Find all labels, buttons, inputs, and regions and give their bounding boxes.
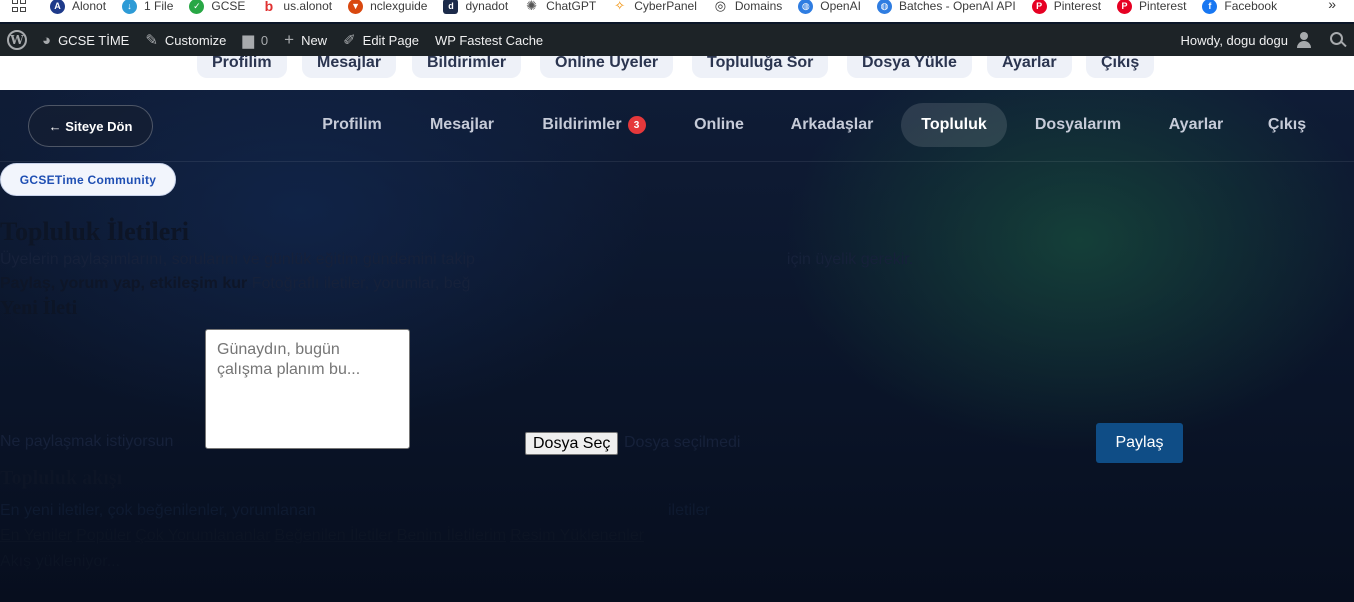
back-to-site-button[interactable]: ← Siteye Dön (28, 105, 153, 147)
community-main: ← Siteye Dön Profilim Mesajlar Bildiriml… (0, 90, 1354, 602)
bookmark-domains[interactable]: ◎ Domains (712, 0, 782, 14)
feed-heading: Topluluk akışı (0, 467, 123, 489)
file-icon: ↓ (122, 0, 138, 14)
nav-dosyalarim[interactable]: Dosyalarım (1018, 103, 1138, 147)
facebook-icon: f (1202, 0, 1218, 14)
filter-en-yeniler[interactable]: En Yeniler (0, 527, 72, 545)
nav-mesajlar[interactable]: Mesajlar (412, 103, 512, 147)
bookmark-facebook[interactable]: f Facebook (1202, 0, 1277, 14)
check-icon: ✓ (189, 0, 205, 14)
bookmark-1file[interactable]: ↓ 1 File (122, 0, 173, 14)
more-bookmarks-button[interactable]: » (1328, 0, 1336, 12)
b-icon: b (261, 0, 277, 14)
choose-file-button[interactable]: Dosya Seç (525, 432, 619, 455)
bookmark-gcse[interactable]: ✓ GCSE (189, 0, 245, 14)
avatar-icon (1296, 32, 1312, 48)
strip-dosya-yukle[interactable]: Dosya Yükle (847, 56, 972, 78)
strip-mesajlar[interactable]: Mesajlar (302, 56, 397, 78)
cyberpanel-icon: ✧ (612, 0, 628, 14)
bookmark-openai[interactable]: ◍ OpenAI (798, 0, 861, 14)
strip-profilim[interactable]: Profilim (197, 56, 287, 78)
apps-grid-icon[interactable] (12, 0, 26, 13)
wordpress-logo-icon[interactable]: W (0, 24, 34, 56)
domains-icon: ◎ (712, 0, 728, 14)
site-name-link[interactable]: ◕ GCSE TİME (34, 24, 137, 56)
sticky-nav-strip: Profilim Mesajlar Bildirimler Online Üye… (0, 56, 1354, 90)
nav-arkadaslar[interactable]: Arkadaşlar (772, 103, 892, 147)
feed-description: En yeni iletiler, çok beğenilenler, yoru… (0, 502, 316, 519)
comments-link[interactable]: ▆ 0 (234, 24, 276, 56)
bookmark-pinterest-2[interactable]: P Pinterest (1117, 0, 1186, 14)
pinterest-icon: P (1031, 0, 1047, 14)
wp-admin-bar: W ◕ GCSE TİME ✎ Customize ▆ 0 + New ✐ Edit Pa… (0, 24, 1354, 56)
bookmark-alonot[interactable]: A Alonot (50, 0, 106, 14)
pencil-icon: ✐ (343, 32, 356, 49)
wp-fastest-cache-link[interactable]: WP Fastest Cache (427, 24, 551, 56)
customize-link[interactable]: ✎ Customize (137, 24, 234, 56)
member-nav: ← Siteye Dön Profilim Mesajlar Bildiriml… (0, 90, 1354, 162)
comment-icon: ▆ (242, 32, 254, 49)
strip-cikis[interactable]: Çıkış (1086, 56, 1155, 78)
bookmark-batches[interactable]: ◍ Batches - OpenAI API (876, 0, 1016, 14)
bookmark-chatgpt[interactable]: ✺ ChatGPT (524, 0, 596, 14)
notification-badge: 3 (627, 116, 646, 134)
strip-topluluga-sor[interactable]: Topluluğa Sor (692, 56, 829, 78)
page-subline: Paylaş, yorum yap, etkileşim kur Fotoğra… (0, 275, 471, 292)
community-badge: GCSETime Community (0, 163, 176, 196)
nav-ayarlar[interactable]: Ayarlar (1150, 103, 1242, 147)
filter-benim-iletilerim[interactable]: Benim İletilerim (397, 527, 506, 545)
bookmark-nclexguide[interactable]: ▼ nclexguide (348, 0, 427, 14)
post-textarea[interactable] (205, 329, 410, 449)
bookmarks-bar: A Alonot ↓ 1 File ✓ GCSE b us.alonot ▼ nclexg… (0, 0, 1354, 22)
alonot-icon: A (50, 0, 65, 14)
file-status: Dosya seçilmedi (624, 434, 741, 451)
filter-populer[interactable]: Popüler (76, 527, 131, 545)
filter-begenilen[interactable]: Beğenilen İletiler (274, 527, 392, 545)
nav-topluluk[interactable]: Topluluk (901, 103, 1007, 147)
feed-description-tail: iletiler (668, 502, 710, 519)
feed-filters: En Yeniler Popüler Çok Yorumlananlar Beğ… (0, 527, 648, 545)
pinterest-icon: P (1117, 0, 1133, 14)
plus-icon: + (284, 30, 295, 49)
bookmark-pinterest-1[interactable]: P Pinterest (1031, 0, 1101, 14)
bookmark-us-alonot[interactable]: b us.alonot (261, 0, 332, 14)
filter-resim-yuklenenler[interactable]: Resim Yüklenenler (510, 527, 644, 545)
nav-bildirimler[interactable]: Bildirimler 3 (524, 103, 664, 147)
new-content-link[interactable]: + New (276, 24, 335, 56)
filter-cok-yorumlananlar[interactable]: Çok Yorumlananlar (135, 527, 270, 545)
chatgpt-icon: ✺ (524, 0, 540, 14)
bookmark-cyberpanel[interactable]: ✧ CyberPanel (612, 0, 697, 14)
nav-profilim[interactable]: Profilim (302, 103, 402, 147)
account-menu[interactable]: Howdy, dogu dogu (1173, 24, 1320, 56)
post-prompt-label: Ne paylaşmak istiyorsun (0, 433, 174, 450)
strip-ayarlar[interactable]: Ayarlar (987, 56, 1072, 78)
strip-bildirimler[interactable]: Bildirimler (412, 56, 522, 78)
page-title: Topluluk İletileri (0, 217, 190, 246)
shield-icon: ▼ (348, 0, 364, 14)
page-description: Üyelerin paylaşımlarını, sorularını ve g… (0, 251, 914, 268)
nav-online[interactable]: Online (676, 103, 762, 147)
new-post-heading: Yeni İleti (0, 297, 78, 319)
strip-online-uyeler[interactable]: Online Üyeler (540, 56, 674, 78)
openai-icon: ◍ (798, 0, 814, 14)
dashboard-icon: ◕ (42, 31, 52, 49)
edit-page-link[interactable]: ✐ Edit Page (335, 24, 427, 56)
openai-icon: ◍ (876, 0, 892, 14)
bookmark-dynadot[interactable]: d dynadot (443, 0, 508, 14)
search-icon[interactable] (1320, 24, 1354, 56)
dynadot-icon: d (443, 0, 459, 14)
nav-cikis[interactable]: Çıkış (1252, 103, 1322, 147)
brush-icon: ✎ (145, 32, 158, 49)
feed-loading-text: Akış yükleniyor... (0, 553, 121, 570)
share-button[interactable]: Paylaş (1096, 423, 1183, 463)
